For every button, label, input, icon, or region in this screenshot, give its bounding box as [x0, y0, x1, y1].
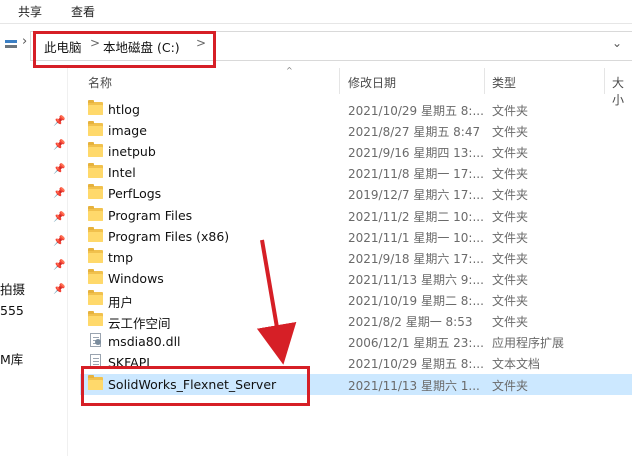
file-name: inetpub [108, 144, 156, 159]
dll-icon [88, 333, 103, 347]
file-date: 2021/8/2 星期一 8:53 [348, 315, 473, 329]
file-date: 2006/12/1 星期五 23:... [348, 336, 484, 350]
file-type: 文件夹 [492, 146, 529, 160]
file-date: 2021/11/13 星期六 1... [348, 379, 480, 393]
column-header-name[interactable]: 名称 [88, 74, 112, 91]
file-name: 用户 [108, 295, 134, 310]
file-row[interactable]: 云工作空间 2021/8/2 星期一 8:53 文件夹 [80, 310, 632, 331]
file-row[interactable]: PerfLogs 2019/12/7 星期六 17:... 文件夹 [80, 183, 632, 204]
folder-icon [88, 142, 103, 157]
file-type: 文件夹 [492, 167, 529, 181]
nav-item-label[interactable]: 拍摄 [0, 279, 25, 298]
file-name: PerfLogs [108, 186, 162, 201]
column-divider[interactable] [339, 68, 340, 94]
nav-item-label[interactable]: 555 [0, 303, 24, 318]
file-date: 2021/9/16 星期四 13:... [348, 146, 484, 160]
file-date: 2021/10/19 星期二 8:... [348, 294, 484, 308]
column-header-type[interactable]: 类型 [492, 74, 516, 91]
folder-icon [88, 206, 103, 221]
file-date: 2021/11/2 星期二 10:... [348, 210, 484, 224]
file-name: 云工作空间 [108, 316, 171, 331]
file-date: 2021/8/27 星期五 8:47 [348, 125, 481, 139]
file-name: Intel [108, 165, 136, 180]
file-row[interactable]: Program Files 2021/11/2 星期二 10:... 文件夹 [80, 205, 632, 226]
file-type: 文件夹 [492, 210, 529, 224]
file-type: 文件夹 [492, 231, 529, 245]
pin-icon[interactable]: 📌 [53, 116, 65, 127]
file-type: 文本文档 [492, 357, 541, 371]
pin-icon[interactable]: 📌 [53, 260, 65, 271]
folder-icon [88, 227, 103, 242]
file-type: 文件夹 [492, 188, 529, 202]
sort-ascending-icon: ^ [286, 66, 293, 75]
file-row[interactable]: Intel 2021/11/8 星期一 17:... 文件夹 [80, 162, 632, 183]
file-name: tmp [108, 250, 134, 265]
folder-icon [88, 121, 103, 136]
this-pc-icon [5, 40, 17, 48]
ribbon: 共享 查看 [0, 0, 632, 24]
pin-icon[interactable]: 📌 [53, 140, 65, 151]
nav-item-label[interactable]: M库 [0, 349, 23, 368]
file-name: htlog [108, 102, 140, 117]
folder-icon [88, 100, 103, 115]
file-row[interactable]: Program Files (x86) 2021/11/1 星期一 10:... 文… [80, 226, 632, 247]
ribbon-tab-share[interactable]: 共享 [18, 3, 42, 20]
file-name: Windows [108, 271, 164, 286]
file-row[interactable]: tmp 2021/9/18 星期六 17:... 文件夹 [80, 247, 632, 268]
file-row[interactable]: inetpub 2021/9/16 星期四 13:... 文件夹 [80, 141, 632, 162]
annotation-highlight-address [33, 31, 216, 68]
file-date: 2021/10/29 星期五 8:... [348, 104, 484, 118]
file-list-header: ^ 名称 修改日期 类型 大小 [80, 66, 632, 107]
file-type: 文件夹 [492, 315, 529, 329]
file-date: 2021/11/8 星期一 17:... [348, 167, 484, 181]
pin-icon[interactable]: 📌 [53, 164, 65, 175]
file-date: 2019/12/7 星期六 17:... [348, 188, 484, 202]
navigation-pane: 📌 📌 📌 📌 📌 📌 📌 📌 拍摄 555 M库 [0, 68, 68, 456]
folder-icon [88, 248, 103, 263]
file-name: Program Files [108, 208, 193, 223]
file-date: 2021/11/1 星期一 10:... [348, 231, 484, 245]
file-type: 文件夹 [492, 104, 529, 118]
file-row[interactable]: Windows 2021/11/13 星期六 9:... 文件夹 [80, 268, 632, 289]
folder-icon [88, 311, 103, 326]
column-divider[interactable] [484, 68, 485, 94]
folder-icon [88, 163, 103, 178]
file-type: 文件夹 [492, 379, 529, 393]
file-date: 2021/10/29 星期五 8:... [348, 357, 484, 371]
file-type: 文件夹 [492, 125, 529, 139]
file-name: msdia80.dll [108, 334, 181, 349]
file-date: 2021/9/18 星期六 17:... [348, 252, 484, 266]
annotation-highlight-selected-row [81, 366, 310, 406]
folder-icon [88, 269, 103, 284]
file-name: Program Files (x86) [108, 229, 230, 244]
breadcrumb-root-chevron-icon[interactable]: › [22, 34, 27, 49]
folder-icon [88, 290, 103, 305]
file-type: 文件夹 [492, 252, 529, 266]
ribbon-tab-view[interactable]: 查看 [71, 3, 95, 20]
column-divider[interactable] [604, 68, 605, 94]
file-date: 2021/11/13 星期六 9:... [348, 273, 484, 287]
pin-icon[interactable]: 📌 [53, 236, 65, 247]
file-row[interactable]: 用户 2021/10/19 星期二 8:... 文件夹 [80, 289, 632, 310]
file-type: 文件夹 [492, 273, 529, 287]
pin-icon[interactable]: 📌 [53, 284, 65, 295]
pin-icon[interactable]: 📌 [53, 188, 65, 199]
file-type: 应用程序扩展 [492, 336, 565, 350]
folder-icon [88, 184, 103, 199]
file-type: 文件夹 [492, 294, 529, 308]
file-row[interactable]: image 2021/8/27 星期五 8:47 文件夹 [80, 120, 632, 141]
address-dropdown-icon[interactable]: ⌄ [612, 36, 622, 50]
file-name: image [108, 123, 147, 138]
file-row[interactable]: msdia80.dll 2006/12/1 星期五 23:... 应用程序扩展 [80, 331, 632, 352]
file-row[interactable]: htlog 2021/10/29 星期五 8:... 文件夹 [80, 99, 632, 120]
pin-icon[interactable]: 📌 [53, 212, 65, 223]
column-header-date[interactable]: 修改日期 [348, 74, 396, 91]
